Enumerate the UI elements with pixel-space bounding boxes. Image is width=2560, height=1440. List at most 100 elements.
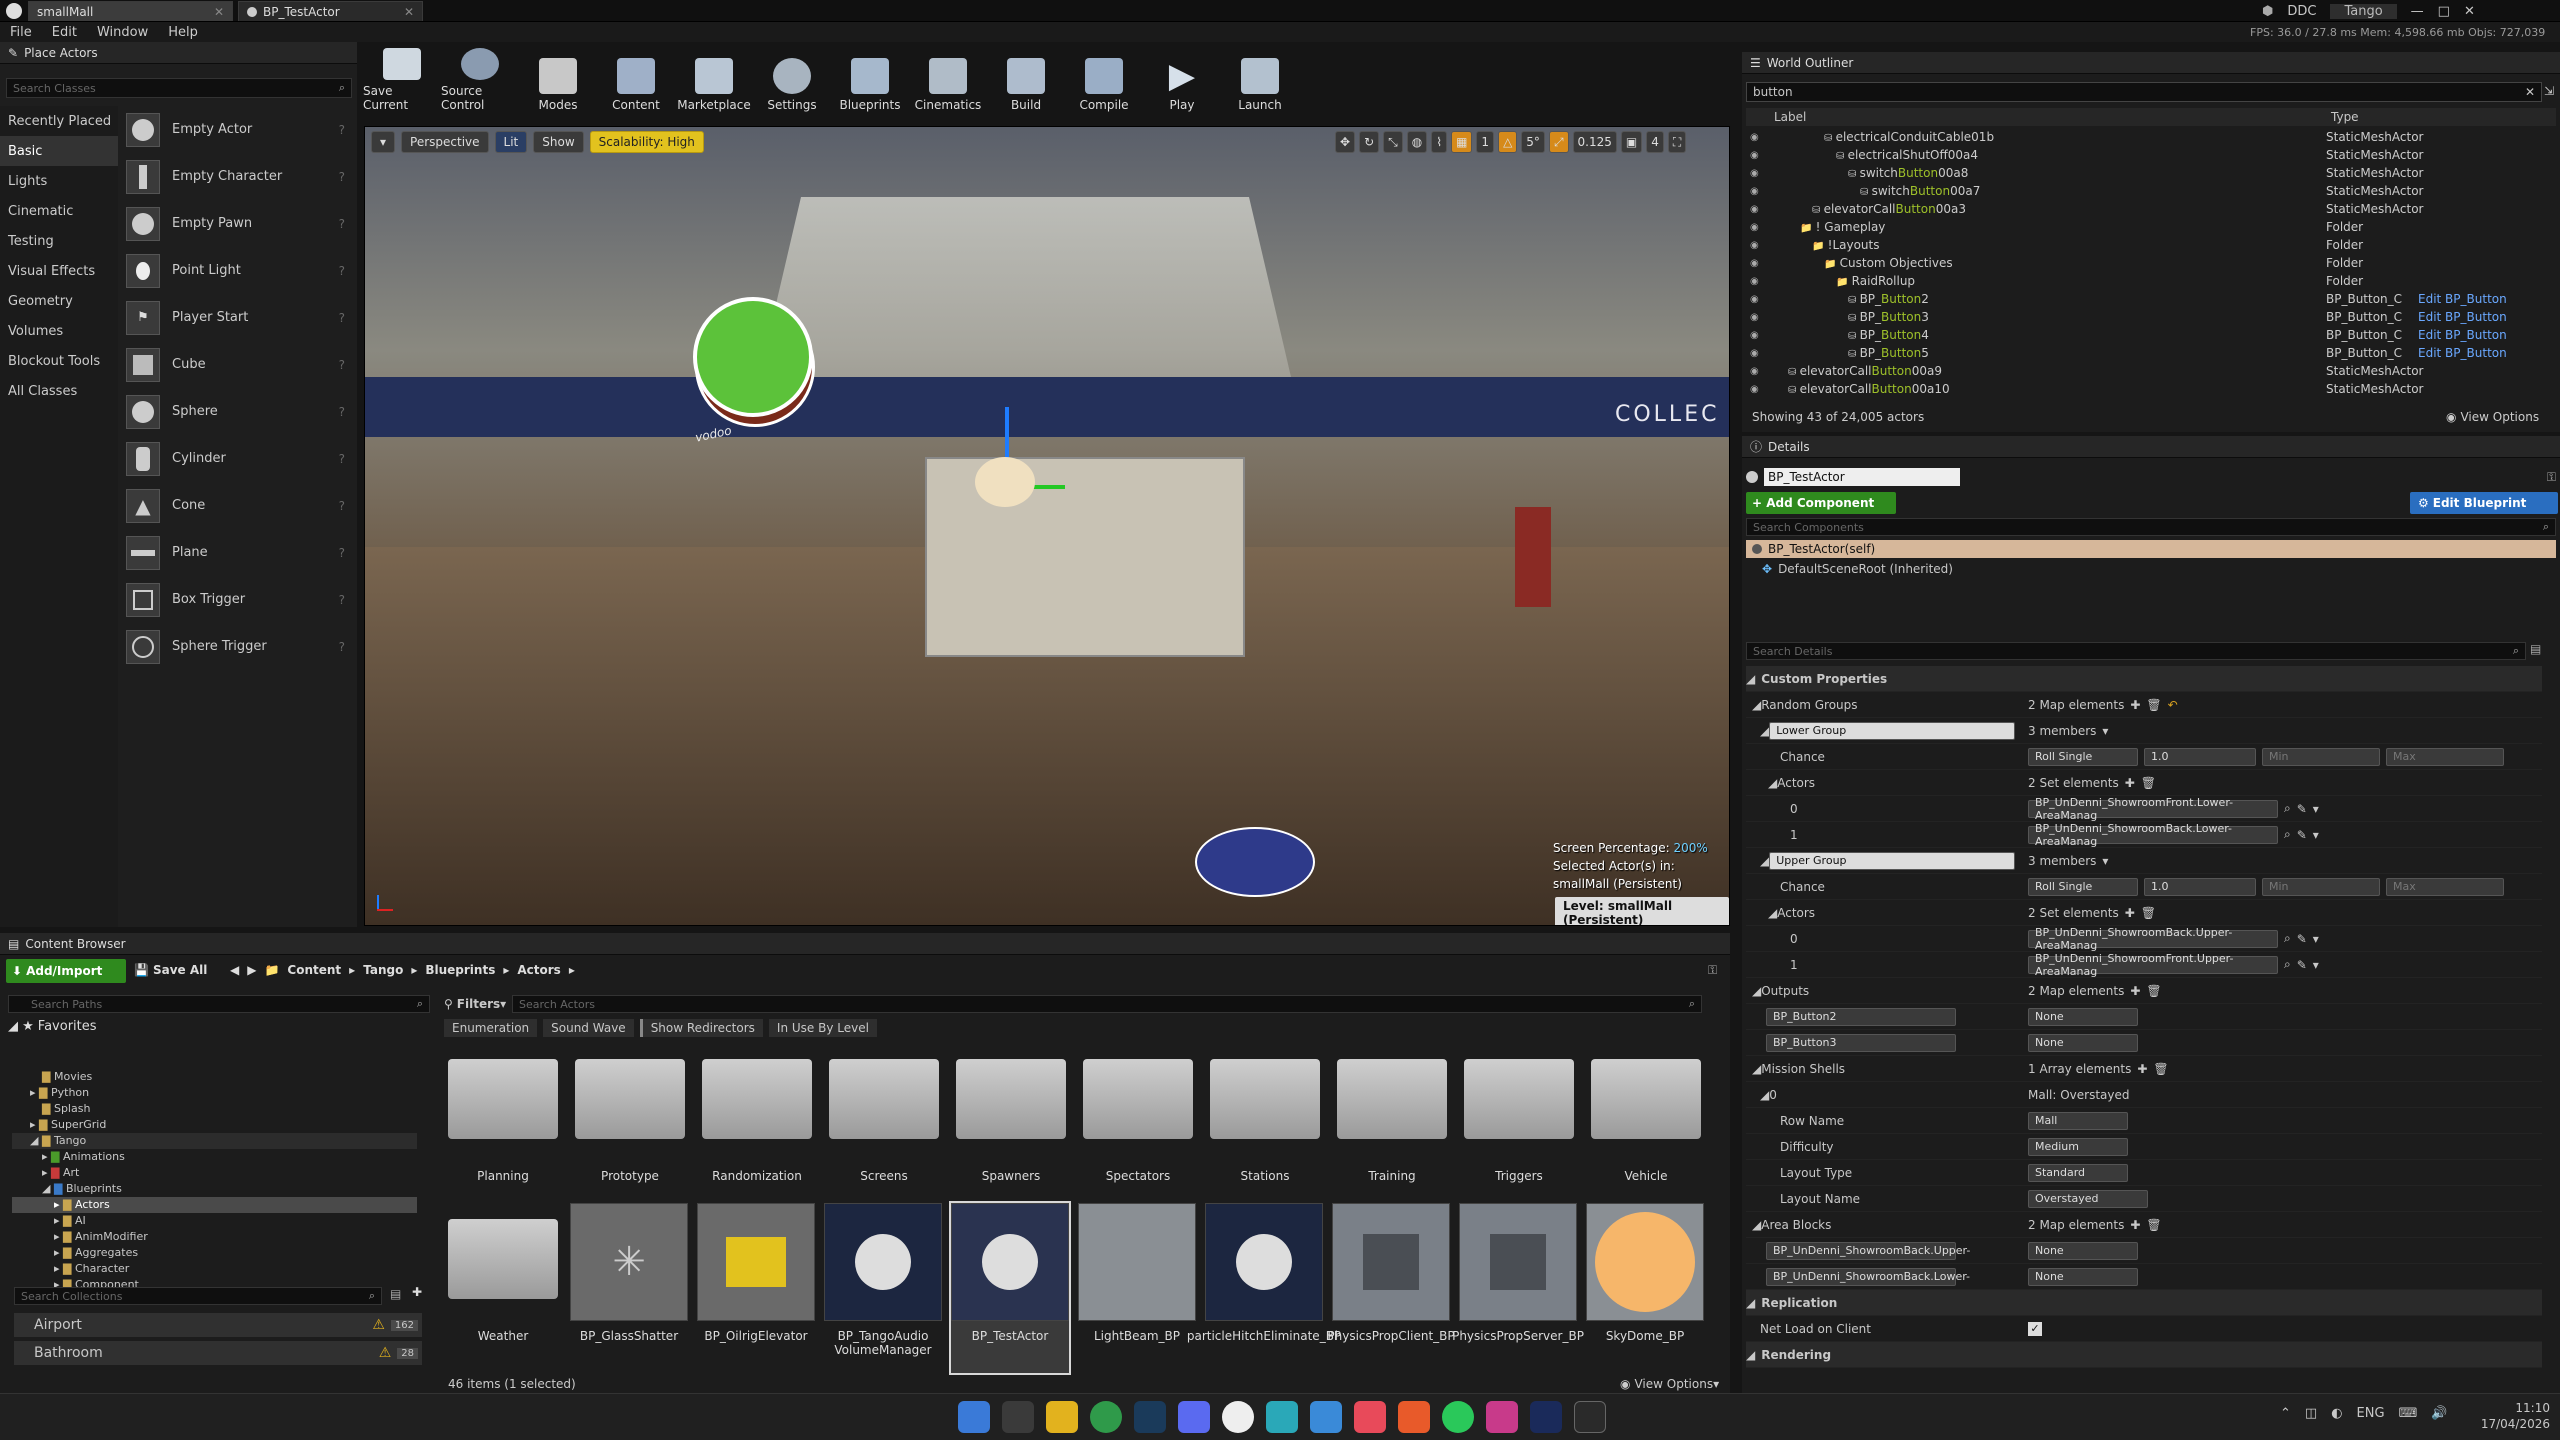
outliner-row[interactable]: ◉ 📁 ! Gameplay Folder [1746,218,2536,236]
browse-icon[interactable]: ⌕ [2284,957,2291,972]
actor-item[interactable]: Sphere? [118,388,357,435]
visibility-eye-icon[interactable]: ◉ [1750,222,1759,233]
lit-button[interactable]: Lit [494,131,528,153]
tree-item-selected[interactable]: ▸ ▇ Actors [12,1197,417,1213]
rotate-icon[interactable]: ↻ [1359,131,1380,153]
help-icon[interactable]: ? [339,405,345,419]
actor-picker[interactable]: BP_UnDenni_ShowroomFront.Upper-AreaManag [2028,952,2278,978]
output-value-select[interactable]: None [2028,1007,2138,1026]
network-icon[interactable]: ⌨ [2399,1406,2418,1421]
asset-tile[interactable]: BP_OilrigElevator [697,1203,815,1373]
tree-item[interactable]: ▸ ▇ AI [12,1213,417,1229]
actor-item[interactable]: Empty Actor? [118,106,357,153]
blueprints-button[interactable]: Blueprints [831,48,909,116]
tree-item[interactable]: ▸ ▇ Art [12,1165,417,1181]
build-button[interactable]: Build [987,48,1065,116]
visibility-eye-icon[interactable]: ◉ [1750,384,1759,395]
actor-item[interactable]: Cube? [118,341,357,388]
outliner-row[interactable]: ◉ ⛁ elevatorCallButton00a3 StaticMeshActor [1746,200,2536,218]
source-control-button[interactable]: Source Control [441,48,519,116]
difficulty-select[interactable]: Medium [2028,1137,2128,1156]
help-icon[interactable]: ? [339,358,345,372]
actor-item[interactable]: Empty Pawn? [118,200,357,247]
modes-button[interactable]: Modes [519,48,597,116]
map-key-input[interactable]: Upper Group [1769,851,2016,870]
scalability-warning[interactable]: Scalability: High [589,131,704,153]
breadcrumb-tango[interactable]: Tango [363,963,403,977]
lock-icon[interactable]: ⚿ [1708,963,1717,978]
tree-item[interactable]: ◢ ▇ Blueprints [12,1181,417,1197]
outliner-row[interactable]: ◉ ⛁ elevatorCallButton00a9 StaticMeshActor [1746,362,2536,380]
details-view-icon[interactable]: ▤ [2530,642,2541,656]
chance-input[interactable]: 1.0 [2144,877,2256,896]
whatsapp-icon[interactable] [1442,1401,1474,1433]
chevron-up-icon[interactable]: ⌃ [2280,1406,2291,1421]
category-basic[interactable]: Basic [0,136,118,166]
breadcrumb-content[interactable]: Content [287,963,341,977]
visibility-eye-icon[interactable]: ◉ [1750,294,1759,305]
category-geometry[interactable]: Geometry [0,286,118,316]
folder-item[interactable]: Randomization [702,1059,812,1209]
menu-edit[interactable]: Edit [42,25,87,40]
asset-tile[interactable]: BP_TangoAudio VolumeManager [824,1203,942,1373]
row-name-select[interactable]: Mall [2028,1111,2128,1130]
visibility-eye-icon[interactable]: ◉ [1750,132,1759,143]
chevron-down-icon[interactable]: ▾ [2313,932,2319,946]
breadcrumb-blueprints[interactable]: Blueprints [425,963,495,977]
outliner-view-options[interactable]: ◉ View Options [2446,410,2539,424]
roll-mode-select[interactable]: Roll Single [2028,747,2138,766]
steam-icon[interactable] [1134,1401,1166,1433]
asset-tile[interactable]: particleHitchEliminate_BP [1187,1203,1341,1373]
show-button[interactable]: Show [533,131,584,153]
pick-icon[interactable]: ✎ [2297,828,2307,842]
content-button[interactable]: Content [597,48,675,116]
launch-button[interactable]: Launch [1221,48,1299,116]
outliner-row[interactable]: ◉ ⛁ switchButton00a8 StaticMeshActor [1746,164,2536,182]
camera-speed-value[interactable]: 4 [1646,131,1664,153]
scale-icon[interactable]: ⤡ [1383,131,1403,153]
asset-tile-selected[interactable]: BP_TestActor [949,1201,1071,1375]
filter-chip[interactable]: In Use By Level [768,1019,877,1037]
tree-item[interactable]: ◢ ▇ Tango [12,1133,417,1149]
compile-button[interactable]: Compile [1065,48,1143,116]
tray-icon[interactable]: ◫ [2305,1406,2317,1421]
level-viewport[interactable]: COLLEC vodoo ▾ Perspective Lit Show Scal… [364,126,1730,926]
search-classes-input[interactable]: Search Classes ⌕ [6,78,352,98]
category-blockout-tools[interactable]: Blockout Tools [0,346,118,376]
edit-blueprint-link[interactable]: Edit BP_Button [2418,328,2507,342]
collection-item[interactable]: Bathroom ⚠ 28 [14,1341,422,1365]
camera-speed-icon[interactable]: ▣ [1620,131,1643,153]
save-current-button[interactable]: Save Current [363,48,441,116]
filter-chip[interactable]: Show Redirectors [639,1019,763,1037]
surface-snap-icon[interactable]: ⌇ [1431,131,1448,153]
asset-tile[interactable]: PhysicsPropClient_BP [1327,1203,1455,1373]
visibility-eye-icon[interactable]: ◉ [1750,168,1759,179]
edit-blueprint-link[interactable]: Edit BP_Button [2418,292,2507,306]
asset-tile[interactable]: SkyDome_BP [1586,1203,1704,1373]
max-input[interactable]: Max [2386,747,2504,766]
ddc-indicator[interactable]: DDC [2287,4,2316,19]
category-volumes[interactable]: Volumes [0,316,118,346]
menu-window[interactable]: Window [87,25,158,40]
filters-button[interactable]: ⚲ Filters ▾ [444,995,506,1013]
output-value-select[interactable]: None [2028,1033,2138,1052]
chevron-down-icon[interactable]: ▾ [2102,724,2108,738]
visibility-eye-icon[interactable]: ◉ [1750,186,1759,197]
roll-mode-select[interactable]: Roll Single [2028,877,2138,896]
folder-item[interactable]: Triggers [1464,1059,1574,1209]
asset-tile[interactable]: LightBeam_BP [1078,1203,1196,1373]
clock[interactable]: 11:10 17/04/2026 [2470,1400,2550,1432]
net-load-checkbox[interactable]: ✓ [2028,1321,2042,1336]
close-window-icon[interactable]: ✕ [2464,4,2475,19]
actor-item[interactable]: ⚑ Player Start? [118,294,357,341]
perspective-button[interactable]: Perspective [401,131,489,153]
folder-item[interactable]: Stations [1210,1059,1320,1209]
outliner-row[interactable]: ◉ ⛁ electricalConduitCable01b StaticMeshAc… [1746,128,2536,146]
asset-tile[interactable]: ✳ BP_GlassShatter [570,1203,688,1373]
content-view-options[interactable]: ◉ View Options ▾ [1620,1377,1719,1391]
actor-item[interactable]: Empty Character? [118,153,357,200]
add-icon[interactable]: ✚ [2130,698,2140,712]
tab-level[interactable]: smallMall ✕ [28,1,233,21]
pick-icon[interactable]: ✎ [2297,932,2307,946]
category-testing[interactable]: Testing [0,226,118,256]
